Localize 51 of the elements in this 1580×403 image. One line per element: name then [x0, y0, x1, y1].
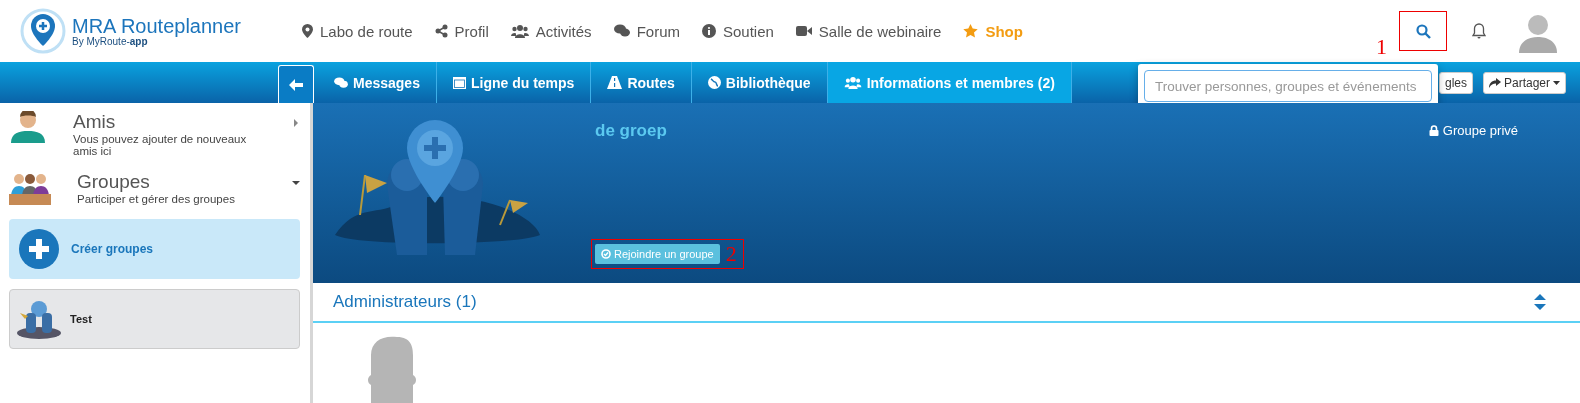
caret-down-icon[interactable] [292, 179, 300, 187]
search-field[interactable]: Trouver personnes, groupes et événements [1144, 70, 1432, 102]
search-icon [1415, 23, 1431, 39]
group-thumbnail [16, 299, 62, 339]
group-card[interactable]: Test [9, 289, 300, 349]
nav-link[interactable]: Salle de webinaire [795, 22, 942, 40]
group-name: de groep [595, 121, 668, 141]
sidebar-title[interactable]: Groupes [77, 171, 266, 193]
people-icon [9, 171, 51, 205]
road-icon [607, 76, 623, 89]
annotation-number: 1 [1376, 34, 1387, 59]
pin-icon [302, 24, 313, 38]
back-button[interactable] [278, 65, 314, 103]
arrow-left-icon [289, 78, 303, 91]
users-icon [843, 76, 862, 89]
globe-icon [707, 76, 721, 89]
rules-button[interactable]: gles [1438, 71, 1473, 94]
video-camera-icon [795, 25, 812, 37]
sidebar-title[interactable]: Amis [73, 111, 266, 133]
star-icon [963, 24, 979, 38]
logo-title: MRA Routeplanner [72, 15, 241, 36]
lock-icon [1428, 125, 1439, 136]
chat-icon [613, 24, 630, 38]
share-arrow-icon [1488, 77, 1501, 88]
chat-icon [334, 76, 348, 89]
annotation-number: 2 [725, 243, 737, 265]
nav-link[interactable]: Activités [510, 22, 592, 40]
section-heading[interactable]: Administrateurs (1) [333, 292, 477, 312]
share-icon [434, 24, 448, 38]
info-icon [701, 24, 716, 38]
person-icon [9, 111, 47, 143]
sidebar-subtitle: Vous pouvez ajouter de nouveaux amis ici [73, 133, 248, 157]
plus-circle-icon [19, 229, 59, 269]
privacy-label: Groupe privé [1428, 123, 1518, 138]
create-group-button[interactable]: Créer groupes [9, 219, 300, 279]
sidebar-subtitle: Participer et gérer des groupes [77, 193, 236, 205]
caret-right-icon[interactable] [292, 119, 300, 127]
calendar-icon [452, 76, 466, 89]
nav-link[interactable]: Profil [434, 22, 489, 40]
nav-link[interactable]: Soutien [701, 22, 774, 40]
sort-icon[interactable] [1534, 294, 1546, 310]
search-button[interactable] [1399, 11, 1447, 51]
nav-link[interactable]: Forum [613, 22, 680, 40]
users-icon [510, 24, 529, 38]
check-circle-icon [601, 249, 611, 259]
nav-link[interactable]: Labo de route [302, 22, 413, 40]
logo-subtitle: By MyRoute-app [72, 35, 148, 47]
share-button[interactable]: Partager [1482, 71, 1566, 94]
caret-down-icon [1553, 80, 1560, 85]
bell-icon[interactable] [1472, 23, 1486, 39]
logo-icon [20, 8, 66, 54]
